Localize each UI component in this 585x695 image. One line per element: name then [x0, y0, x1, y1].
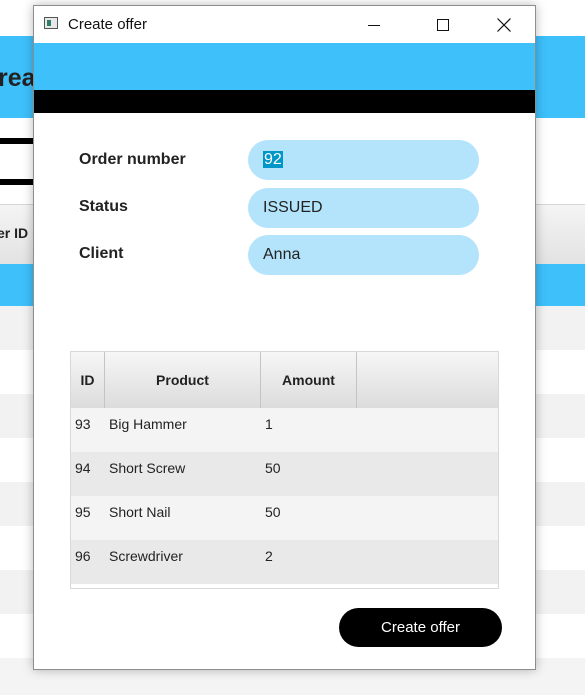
cell-id: 93 [75, 416, 91, 432]
close-icon [497, 17, 511, 32]
table-row[interactable]: 93 Big Hammer 1 [71, 408, 498, 452]
order-number-field[interactable]: 92 [248, 140, 479, 180]
table-row[interactable]: 95 Short Nail 50 [71, 496, 498, 540]
cell-amount: 50 [265, 460, 281, 476]
cell-amount: 2 [265, 548, 273, 564]
cell-product: Short Screw [109, 460, 186, 476]
column-header-amount[interactable]: Amount [261, 352, 357, 408]
minimize-button[interactable] [351, 6, 397, 43]
column-header-id[interactable]: ID [71, 352, 105, 408]
create-offer-button[interactable]: Create offer [339, 608, 502, 647]
cell-product: Screwdriver [109, 548, 183, 564]
close-button[interactable] [481, 6, 527, 43]
column-header-product[interactable]: Product [105, 352, 261, 408]
cell-id: 94 [75, 460, 91, 476]
status-field[interactable]: ISSUED [248, 188, 479, 228]
client-field[interactable]: Anna [248, 235, 479, 275]
cell-product: Big Hammer [109, 416, 187, 432]
background-divider [0, 138, 36, 144]
order-number-value: 92 [263, 151, 283, 168]
background-column-header: er ID [0, 225, 29, 241]
header-divider [34, 90, 535, 113]
status-value: ISSUED [263, 199, 323, 216]
table-row[interactable]: 96 Screwdriver 2 [71, 540, 498, 584]
order-number-label: Order number [79, 151, 186, 168]
client-value: Anna [263, 246, 301, 263]
cell-id: 96 [75, 548, 91, 564]
status-label: Status [79, 198, 128, 215]
cell-product: Short Nail [109, 504, 171, 520]
background-divider [0, 179, 36, 185]
cell-id: 95 [75, 504, 91, 520]
cell-amount: 1 [265, 416, 273, 432]
cell-amount: 50 [265, 504, 281, 520]
minimize-icon [368, 24, 380, 26]
window-title: Create offer [68, 16, 147, 33]
client-label: Client [79, 245, 124, 262]
table-row[interactable]: 94 Short Screw 50 [71, 452, 498, 496]
create-offer-dialog: Create offer Order number 92 Status ISSU… [33, 5, 536, 670]
products-table[interactable]: ID Product Amount 93 Big Hammer 1 94 Sho… [70, 351, 499, 589]
maximize-button[interactable] [420, 6, 466, 43]
background-title: rea [0, 64, 36, 92]
title-bar[interactable]: Create offer [34, 6, 535, 43]
header-band [34, 43, 535, 90]
table-header: ID Product Amount [71, 352, 498, 409]
maximize-icon [437, 18, 449, 31]
app-window-icon [44, 17, 58, 29]
